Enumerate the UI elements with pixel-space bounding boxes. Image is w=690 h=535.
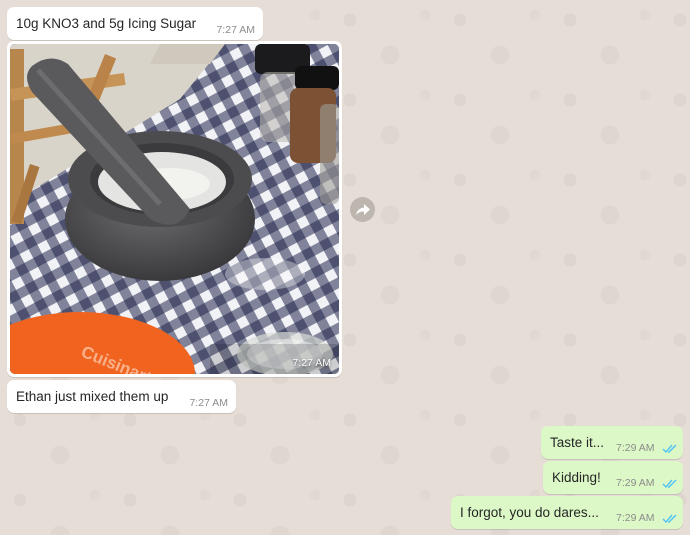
- photo-mortar-and-pestle: Cuisinart: [10, 44, 339, 374]
- incoming-image-message[interactable]: Cuisinart 7:27 AM: [7, 41, 342, 377]
- message-text: Taste it...: [550, 435, 605, 450]
- read-ticks-icon: [662, 479, 677, 489]
- message-text: I forgot, you do dares...: [460, 505, 599, 520]
- message-text: Kidding!: [552, 470, 601, 485]
- message-text: 10g KNO3 and 5g Icing Sugar: [16, 16, 197, 31]
- outgoing-message[interactable]: Taste it... 7:29 AM: [541, 426, 683, 459]
- incoming-message[interactable]: Ethan just mixed them up 7:27 AM: [7, 380, 236, 413]
- message-photo[interactable]: Cuisinart 7:27 AM: [10, 44, 339, 374]
- forward-button[interactable]: [350, 197, 375, 222]
- incoming-message[interactable]: 10g KNO3 and 5g Icing Sugar 7:27 AM: [7, 7, 263, 40]
- message-time: 7:29 AM: [616, 512, 655, 524]
- message-time: 7:27 AM: [189, 397, 228, 409]
- message-time: 7:27 AM: [216, 24, 255, 36]
- forward-arrow-icon: [355, 203, 370, 215]
- message-time: 7:29 AM: [616, 442, 655, 454]
- outgoing-message[interactable]: Kidding! 7:29 AM: [543, 461, 683, 494]
- message-text: Ethan just mixed them up: [16, 389, 169, 404]
- read-ticks-icon: [662, 444, 677, 454]
- outgoing-message[interactable]: I forgot, you do dares... 7:29 AM: [451, 496, 683, 529]
- message-time: 7:29 AM: [616, 477, 655, 489]
- image-time: 7:27 AM: [292, 357, 331, 369]
- read-ticks-icon: [662, 514, 677, 524]
